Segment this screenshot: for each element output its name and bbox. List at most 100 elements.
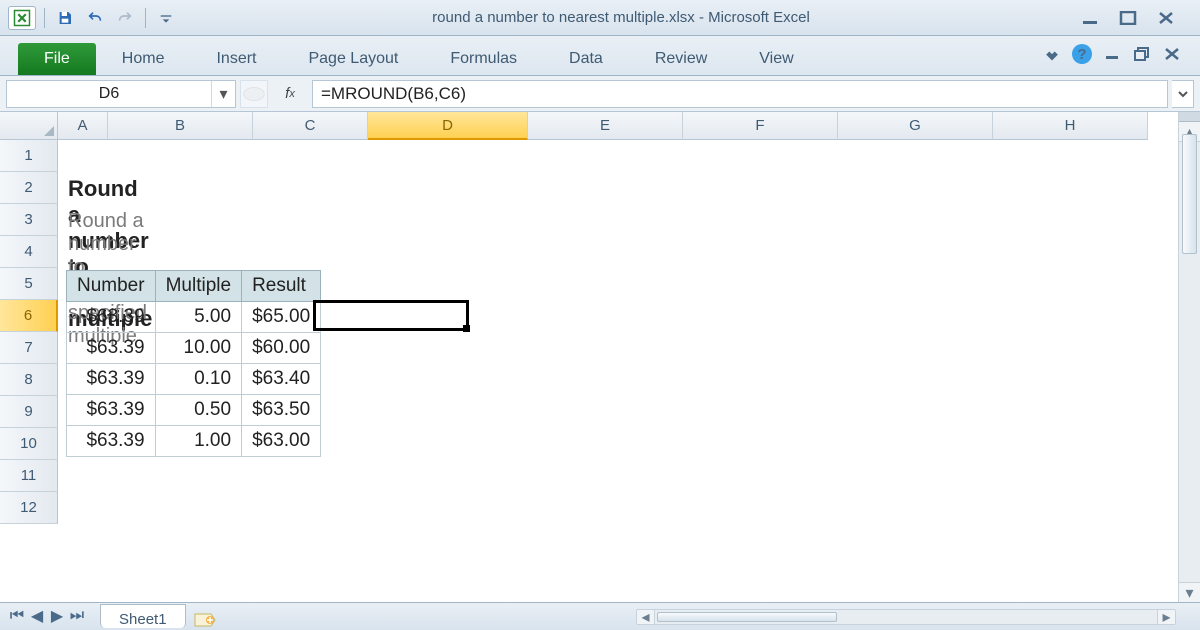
file-tab[interactable]: File	[18, 43, 96, 75]
tab-home[interactable]: Home	[96, 43, 191, 75]
sheet-nav: ⏮ ◀ ▶ ⏭	[0, 602, 94, 630]
header-multiple: Multiple	[155, 271, 241, 302]
table-row: $63.391.00$63.00	[67, 426, 321, 457]
row-header[interactable]: 8	[0, 364, 58, 396]
cell[interactable]: $60.00	[242, 333, 321, 364]
tab-view[interactable]: View	[733, 43, 819, 75]
minimize-icon[interactable]	[1078, 8, 1102, 28]
column-header[interactable]: H	[993, 112, 1148, 140]
separator	[145, 8, 146, 28]
cells-area[interactable]: Round a number to nearest multiple Round…	[58, 140, 1200, 602]
workbook-close-icon[interactable]	[1162, 44, 1182, 64]
sheet-tab[interactable]: Sheet1	[100, 604, 186, 628]
row-header[interactable]: 2	[0, 172, 58, 204]
name-box[interactable]: D6 ▾	[6, 80, 236, 108]
formula-bar: D6 ▾ fx =MROUND(B6,C6)	[0, 76, 1200, 112]
cell[interactable]: $63.00	[242, 426, 321, 457]
column-header[interactable]: G	[838, 112, 993, 140]
cancel-formula-icon[interactable]	[240, 80, 268, 108]
quick-access-toolbar	[0, 6, 186, 30]
cell[interactable]: $63.40	[242, 364, 321, 395]
row-header[interactable]: 4	[0, 236, 58, 268]
cell[interactable]: $63.39	[67, 426, 156, 457]
row-header[interactable]: 3	[0, 204, 58, 236]
cell[interactable]: 0.10	[155, 364, 241, 395]
tab-page-layout[interactable]: Page Layout	[282, 43, 424, 75]
table-row: $63.3910.00$60.00	[67, 333, 321, 364]
prev-sheet-icon[interactable]: ◀	[28, 607, 46, 625]
last-sheet-icon[interactable]: ⏭	[68, 607, 86, 625]
workbook-restore-icon[interactable]	[1132, 44, 1152, 64]
row-header[interactable]: 5	[0, 268, 58, 300]
scroll-left-icon[interactable]: ◂	[637, 610, 655, 624]
data-table: Number Multiple Result $63.395.00$65.00$…	[66, 270, 321, 457]
new-sheet-icon[interactable]	[190, 610, 220, 630]
row-headers: 123456789101112	[0, 140, 58, 602]
ribbon-minimize-icon[interactable]	[1042, 44, 1062, 64]
help-icon[interactable]: ?	[1072, 44, 1092, 64]
first-sheet-icon[interactable]: ⏮	[8, 607, 26, 625]
cell[interactable]: $63.39	[67, 364, 156, 395]
horizontal-scrollbar[interactable]: ◂ ▸	[636, 609, 1176, 625]
column-header[interactable]: C	[253, 112, 368, 140]
qat-customize-icon[interactable]	[154, 7, 178, 29]
row-header[interactable]: 10	[0, 428, 58, 460]
cell[interactable]: $65.00	[242, 302, 321, 333]
workbook-minimize-icon[interactable]	[1102, 44, 1122, 64]
split-handle[interactable]	[1179, 112, 1200, 122]
table-row: $63.390.50$63.50	[67, 395, 321, 426]
row-header[interactable]: 11	[0, 460, 58, 492]
select-all-corner[interactable]	[0, 112, 58, 140]
cell[interactable]: 0.50	[155, 395, 241, 426]
cell[interactable]: $63.39	[67, 333, 156, 364]
formula-bar-expand-icon[interactable]	[1172, 80, 1194, 108]
vertical-scrollbar[interactable]: ▴ ▾	[1178, 112, 1200, 602]
ribbon-tabs: File Home Insert Page Layout Formulas Da…	[0, 36, 1200, 76]
hscroll-thumb[interactable]	[657, 612, 837, 622]
row-header[interactable]: 7	[0, 332, 58, 364]
save-icon[interactable]	[53, 7, 77, 29]
fx-icon[interactable]: fx	[272, 80, 308, 108]
fill-handle[interactable]	[463, 325, 470, 332]
excel-app-icon[interactable]	[8, 6, 36, 30]
cell[interactable]: $63.50	[242, 395, 321, 426]
window-controls	[1056, 8, 1200, 28]
title-bar: round a number to nearest multiple.xlsx …	[0, 0, 1200, 36]
table-row: $63.390.10$63.40	[67, 364, 321, 395]
column-header[interactable]: D	[368, 112, 528, 140]
close-icon[interactable]	[1154, 8, 1178, 28]
cell[interactable]: 1.00	[155, 426, 241, 457]
tab-insert[interactable]: Insert	[190, 43, 282, 75]
cell[interactable]: 5.00	[155, 302, 241, 333]
row-header[interactable]: 1	[0, 140, 58, 172]
maximize-icon[interactable]	[1116, 8, 1140, 28]
column-header[interactable]: E	[528, 112, 683, 140]
scroll-down-icon[interactable]: ▾	[1179, 582, 1200, 602]
name-box-value: D6	[7, 85, 211, 103]
window-title: round a number to nearest multiple.xlsx …	[186, 9, 1056, 26]
next-sheet-icon[interactable]: ▶	[48, 607, 66, 625]
column-header[interactable]: F	[683, 112, 838, 140]
tab-data[interactable]: Data	[543, 43, 629, 75]
tab-review[interactable]: Review	[629, 43, 733, 75]
undo-icon[interactable]	[83, 7, 107, 29]
name-box-dropdown-icon[interactable]: ▾	[211, 81, 235, 107]
cell[interactable]: $63.39	[67, 395, 156, 426]
status-bar: ⏮ ◀ ▶ ⏭ Sheet1 ◂ ▸	[0, 602, 1200, 630]
tab-formulas[interactable]: Formulas	[424, 43, 543, 75]
scroll-thumb[interactable]	[1182, 134, 1197, 254]
row-header[interactable]: 12	[0, 492, 58, 524]
row-header[interactable]: 9	[0, 396, 58, 428]
separator	[44, 8, 45, 28]
formula-input[interactable]: =MROUND(B6,C6)	[312, 80, 1168, 108]
scroll-right-icon[interactable]: ▸	[1157, 610, 1175, 624]
cell[interactable]: 10.00	[155, 333, 241, 364]
table-row: $63.395.00$65.00	[67, 302, 321, 333]
cell[interactable]: $63.39	[67, 302, 156, 333]
spreadsheet-grid: ABCDEFGH 123456789101112 Round a number …	[0, 112, 1200, 602]
selection-cursor	[313, 300, 469, 331]
column-header[interactable]: A	[58, 112, 108, 140]
redo-icon[interactable]	[113, 7, 137, 29]
row-header[interactable]: 6	[0, 300, 58, 332]
column-header[interactable]: B	[108, 112, 253, 140]
